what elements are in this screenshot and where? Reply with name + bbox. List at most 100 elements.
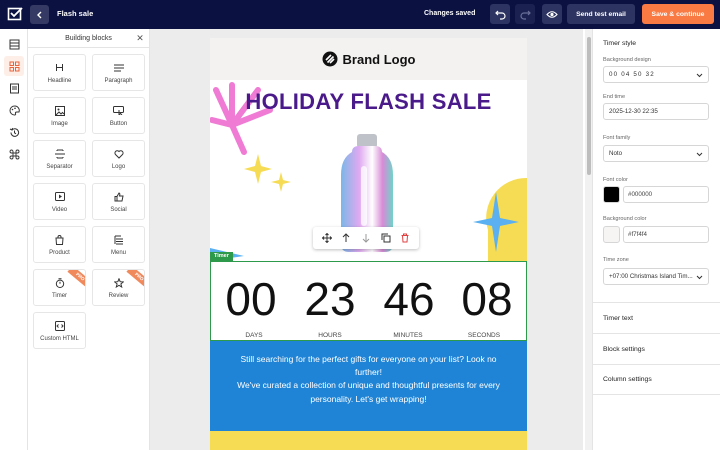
pro-badge: PRO (126, 270, 144, 289)
block-separator[interactable]: Separator (33, 140, 86, 177)
heading-icon (55, 62, 64, 74)
block-custom-html[interactable]: Custom HTML (33, 312, 86, 349)
logo-icon (113, 148, 124, 160)
building-blocks-panel: Building blocks ✕ Headline Paragraph Ima… (28, 29, 150, 450)
block-image[interactable]: Image (33, 97, 86, 134)
rail-blocks[interactable] (4, 56, 24, 76)
timer-seconds-label: SECONDS (467, 332, 501, 339)
button-icon (113, 105, 124, 117)
rail-shortcuts[interactable] (4, 144, 24, 164)
undo-icon (494, 10, 506, 20)
history-icon (9, 127, 19, 137)
yellow-sparkle-small-icon (271, 172, 291, 192)
save-status: Changes saved (424, 10, 476, 17)
blocks-grid-icon (9, 61, 19, 71)
timer-minutes-label: MINUTES (393, 332, 423, 339)
countdown-timer[interactable]: 00 23 46 08 DAYS HOURS MINUTES SECONDS (210, 261, 527, 341)
chevron-left-icon (36, 11, 41, 18)
back-button[interactable] (30, 5, 49, 24)
redo-button[interactable] (515, 4, 535, 24)
timer-days-value: 00 (225, 273, 277, 325)
preview-button[interactable] (542, 4, 562, 24)
promo-paragraph-2: We've curated a collection of unique and… (237, 380, 500, 404)
block-logo[interactable]: Logo (92, 140, 145, 177)
column-settings-section[interactable]: Column settings (593, 364, 720, 395)
background-color-input[interactable]: #f7f4f4 (623, 226, 709, 243)
star-icon (113, 277, 124, 289)
font-color-label: Font color (603, 177, 628, 183)
font-family-select[interactable]: Noto (603, 145, 709, 162)
timer-seconds-value: 08 (461, 273, 513, 325)
block-social[interactable]: Social (92, 183, 145, 220)
background-color-picker[interactable]: #f7f4f4 (603, 226, 709, 243)
font-color-picker[interactable]: #000000 (603, 186, 709, 203)
rail-styles[interactable] (4, 100, 24, 120)
command-icon (9, 149, 19, 159)
arrow-up-icon[interactable] (341, 233, 351, 243)
canvas-scrollbar-thumb[interactable] (587, 37, 591, 175)
stopwatch-icon (55, 277, 65, 289)
arrow-down-icon[interactable] (361, 233, 371, 243)
promo-top-strip (210, 341, 527, 349)
yellow-sparkle-icon (244, 154, 272, 184)
block-video[interactable]: Video (33, 183, 86, 220)
end-time-input[interactable]: 2025-12-30 22:35 (603, 103, 709, 120)
top-bar: Flash sale Changes saved Send test email… (0, 0, 720, 29)
undo-button[interactable] (490, 4, 510, 24)
block-headline[interactable]: Headline (33, 54, 86, 91)
rail-layout[interactable] (4, 34, 24, 54)
background-color-label: Background color (603, 216, 647, 222)
block-settings-section[interactable]: Block settings (593, 333, 720, 364)
font-color-swatch[interactable] (603, 186, 620, 203)
timer-style-title: Timer style (603, 40, 636, 47)
close-icon[interactable]: ✕ (135, 33, 145, 43)
duplicate-icon[interactable] (381, 233, 391, 243)
rail-history[interactable] (4, 122, 24, 142)
eye-icon (546, 10, 558, 18)
background-color-swatch[interactable] (603, 226, 620, 243)
timer-block-tag: Timer (210, 252, 233, 261)
timer-hours-label: HOURS (318, 332, 342, 339)
layout-icon (9, 39, 19, 49)
chevron-down-icon (696, 152, 703, 157)
email-preview: Brand Logo HOLIDAY FLASH SALE Timer 00 2… (210, 38, 527, 450)
timer-hours-value: 23 (304, 273, 356, 325)
block-review[interactable]: PRO Review (92, 269, 145, 306)
timer-days-label: DAYS (245, 332, 263, 339)
block-menu[interactable]: Menu (92, 226, 145, 263)
block-button[interactable]: Button (92, 97, 145, 134)
document-icon (9, 83, 19, 93)
block-product[interactable]: Product (33, 226, 86, 263)
chevron-down-icon (696, 73, 703, 78)
background-design-label: Background design (603, 57, 651, 63)
headline[interactable]: HOLIDAY FLASH SALE (210, 89, 527, 115)
image-icon (54, 105, 65, 117)
background-design-select[interactable]: 00 04 50 32 (603, 66, 709, 83)
app-logo-icon[interactable] (7, 6, 23, 22)
promo-text-block[interactable]: Still searching for the perfect gifts fo… (210, 349, 527, 431)
footer-strip (210, 431, 527, 450)
chevron-down-icon (696, 275, 703, 280)
move-icon[interactable] (321, 233, 332, 243)
editor-canvas[interactable]: Brand Logo HOLIDAY FLASH SALE Timer 00 2… (150, 29, 583, 450)
trash-icon[interactable] (400, 233, 410, 243)
font-family-label: Font family (603, 135, 631, 141)
pro-badge: PRO (67, 270, 85, 289)
brand-header[interactable]: Brand Logo (210, 38, 527, 80)
font-color-input[interactable]: #000000 (623, 186, 709, 203)
block-paragraph[interactable]: Paragraph (92, 54, 145, 91)
separator-icon (54, 148, 65, 160)
sidebar-rail (0, 29, 28, 450)
time-zone-select[interactable]: +07:00 Christmas Island Tim... (603, 268, 709, 285)
brand-logo-icon (322, 51, 338, 67)
palette-icon (9, 105, 20, 116)
send-test-email-button[interactable]: Send test email (567, 4, 635, 24)
timer-text-section[interactable]: Timer text (593, 302, 720, 333)
end-time-label: End time (603, 94, 626, 100)
code-icon (54, 320, 65, 332)
settings-panel: Timer style Background design 00 04 50 3… (592, 29, 720, 450)
rail-templates[interactable] (4, 78, 24, 98)
block-timer[interactable]: PRO Timer (33, 269, 86, 306)
brand-logo-text: Brand Logo (342, 51, 416, 67)
save-continue-button[interactable]: Save & continue (642, 4, 714, 24)
